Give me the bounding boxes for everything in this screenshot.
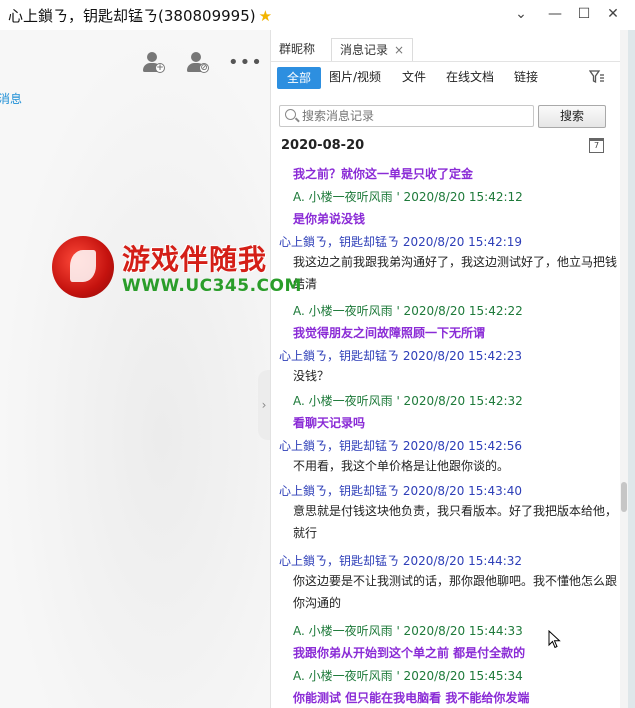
message-text: 是你弟说没钱: [293, 212, 366, 226]
calendar-icon[interactable]: 7: [589, 138, 604, 153]
search-icon: [285, 109, 296, 120]
message-sender[interactable]: 心上鎖ㄋ，钥匙却锰ㄋ 2020/8/20 15:44:32: [279, 552, 522, 569]
message-sender[interactable]: A. 小楼一夜听风雨 ' 2020/8/20 15:42:32: [293, 392, 523, 409]
collapse-panel-handle[interactable]: ›: [258, 370, 270, 440]
tab-group-nickname[interactable]: 群昵称: [279, 40, 315, 57]
watermark: 游戏伴随我 WWW.UC345.COM: [52, 236, 301, 302]
more-options-icon[interactable]: •••: [228, 52, 263, 73]
message-sender[interactable]: 心上鎖ㄋ，钥匙却锰ㄋ 2020/8/20 15:42:56: [279, 437, 522, 454]
filter-links[interactable]: 链接: [514, 68, 538, 85]
filter-settings-icon[interactable]: [589, 70, 605, 84]
message-sender[interactable]: 心上鎖ㄋ，钥匙却锰ㄋ 2020/8/20 15:43:40: [279, 482, 522, 499]
filter-files[interactable]: 文件: [402, 68, 426, 85]
message-text: 意思就是付钱这块他负责，我只看版本。好了我把版本给他，就行: [293, 504, 618, 540]
star-icon[interactable]: ★: [259, 7, 272, 25]
message-sender[interactable]: A. 小楼一夜听风雨 ' 2020/8/20 15:42:12: [293, 188, 523, 205]
scrollbar-thumb[interactable]: [621, 482, 627, 512]
message-text: 没钱？: [293, 369, 330, 383]
message-sender[interactable]: A. 小楼一夜听风雨 ' 2020/8/20 15:45:34: [293, 667, 523, 684]
search-button[interactable]: 搜索: [538, 105, 606, 128]
message-text: 我觉得朋友之间故障照顾一下无所谓: [293, 326, 486, 340]
tab-message-history[interactable]: 消息记录 ×: [331, 38, 414, 62]
message-text: 我跟你弟从开始到这个单之前 都是付全款的: [293, 646, 526, 660]
block-member-icon[interactable]: ⊘: [184, 50, 210, 76]
close-icon[interactable]: ✕: [602, 4, 624, 24]
title-bar: 心上鎖ㄋ，钥匙却锰ㄋ(380809995) ★ ⌄ — ☐ ✕: [0, 0, 635, 30]
mouse-cursor-icon: [548, 630, 561, 649]
message-sender[interactable]: A. 小楼一夜听风雨 ' 2020/8/20 15:44:33: [293, 622, 523, 639]
message-sender[interactable]: 心上鎖ㄋ，钥匙却锰ㄋ 2020/8/20 15:42:23: [279, 347, 522, 364]
date-header: 2020-08-20: [281, 138, 365, 153]
scrollbar-track[interactable]: [620, 30, 628, 708]
dragon-logo-icon: [52, 236, 114, 298]
chevron-down-icon[interactable]: ⌄: [510, 4, 532, 24]
message-text: 我这边之前我跟我弟沟通好了，我这边测试好了，他立马把钱结清: [293, 255, 618, 291]
message-text: 你这边要是不让我测试的话，那你跟他聊吧。我不懂他怎么跟你沟通的: [293, 574, 618, 610]
message-text: 看聊天记录吗: [293, 416, 366, 430]
window-title-text: 心上鎖ㄋ，钥匙却锰ㄋ(380809995): [8, 7, 256, 25]
message-sender[interactable]: A. 小楼一夜听风雨 ' 2020/8/20 15:42:22: [293, 302, 523, 319]
tab-bar: 群昵称 消息记录 ×: [271, 38, 629, 62]
add-member-icon[interactable]: +: [140, 50, 166, 76]
tab-message-history-label: 消息记录: [340, 43, 389, 57]
search-box: [279, 105, 534, 127]
filter-bar: 全部 图片/视频 文件 在线文档 链接: [271, 67, 629, 91]
chat-left-panel: + ⊘ ••• 消息 ›: [0, 30, 270, 708]
filter-all[interactable]: 全部: [277, 67, 321, 89]
tab-close-icon[interactable]: ×: [394, 43, 404, 57]
filter-images-videos[interactable]: 图片/视频: [329, 68, 381, 85]
search-input[interactable]: [302, 107, 527, 125]
message-link[interactable]: 消息: [0, 90, 22, 107]
message-text: 我之前？就你这一单是只收了定金: [293, 167, 474, 181]
background-window-edge: [628, 30, 635, 708]
watermark-url: WWW.UC345.COM: [122, 276, 302, 296]
window-title: 心上鎖ㄋ，钥匙却锰ㄋ(380809995) ★: [8, 5, 272, 26]
message-sender[interactable]: 心上鎖ㄋ，钥匙却锰ㄋ 2020/8/20 15:42:19: [279, 233, 522, 250]
message-history-panel: 群昵称 消息记录 × 全部 图片/视频 文件 在线文档 链接 搜索 2020-08…: [270, 30, 629, 708]
maximize-icon[interactable]: ☐: [573, 4, 595, 24]
tab-divider: [271, 61, 629, 62]
filter-online-docs[interactable]: 在线文档: [446, 68, 494, 85]
message-text: 你能测试 但只能在我电脑看 我不能给你发端: [293, 691, 530, 705]
message-text: 不用看，我这个单价格是让他跟你谈的。: [293, 459, 510, 473]
watermark-title: 游戏伴随我: [122, 243, 268, 276]
minimize-icon[interactable]: —: [544, 4, 566, 24]
